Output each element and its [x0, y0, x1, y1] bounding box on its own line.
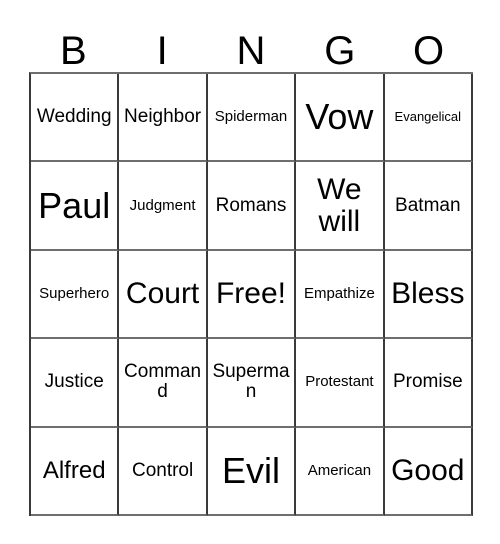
bingo-cell[interactable]: Control — [119, 427, 208, 516]
header-letter-n: N — [236, 29, 266, 73]
bingo-cell-label: Command — [124, 361, 202, 403]
bingo-cell[interactable]: Empathize — [296, 250, 385, 340]
bingo-cell-label: Romans — [215, 194, 287, 216]
header-letter-i: I — [156, 29, 168, 73]
bingo-cell-label: Alfred — [42, 457, 106, 485]
bingo-cell[interactable]: Good — [384, 427, 473, 516]
bingo-cell[interactable]: Bless — [384, 250, 473, 340]
bingo-cell[interactable]: Court — [119, 250, 208, 340]
bingo-cell[interactable]: We will — [296, 162, 385, 251]
header-letter-g: G — [324, 29, 356, 73]
bingo-cell[interactable]: Evangelical — [384, 74, 473, 163]
bingo-cell[interactable]: Alfred — [31, 427, 120, 516]
bingo-cell[interactable]: Wedding — [31, 74, 120, 163]
bingo-cell[interactable]: American — [296, 427, 385, 516]
header-letter-b: B — [60, 29, 87, 73]
bingo-cell-label: Evil — [221, 449, 280, 491]
header-letter-o: O — [413, 29, 445, 73]
bingo-cell[interactable]: Command — [119, 339, 208, 428]
bingo-header-row: B I N G O — [29, 16, 473, 72]
bingo-cell[interactable]: Evil — [207, 427, 297, 516]
bingo-cell-label: Neighbor — [124, 106, 202, 128]
bingo-cell-label: Free! — [215, 277, 286, 311]
bingo-grid: Wedding Neighbor Spiderman Vow Evangelic… — [29, 72, 473, 516]
bingo-cell-label: Justice — [44, 371, 104, 393]
bingo-cell-label: Good — [391, 453, 465, 487]
bingo-cell[interactable]: Paul — [31, 162, 120, 251]
bingo-cell-label: Control — [131, 459, 194, 481]
bingo-cell[interactable]: Judgment — [119, 162, 208, 251]
bingo-cell[interactable]: Superhero — [31, 250, 120, 340]
bingo-cell-label: Empathize — [303, 285, 375, 303]
bingo-cell[interactable]: Batman — [384, 162, 473, 251]
bingo-cell-label: Paul — [38, 184, 111, 226]
bingo-cell-label: Promise — [392, 371, 463, 393]
bingo-card: B I N G O Wedding Neighbor Spiderman Vow… — [0, 0, 500, 544]
bingo-cell-label: Wedding — [36, 106, 112, 128]
bingo-cell-label: Judgment — [129, 196, 196, 214]
bingo-cell-label: Bless — [391, 277, 465, 311]
bingo-cell-label: We will — [317, 172, 362, 238]
bingo-cell-label: Superman — [212, 361, 290, 403]
bingo-cell-label: Superhero — [39, 285, 110, 303]
bingo-cell[interactable]: Superman — [207, 339, 297, 428]
bingo-cell[interactable]: Promise — [384, 339, 473, 428]
bingo-cell-label: American — [307, 461, 372, 479]
bingo-cell-free[interactable]: Free! — [207, 250, 297, 340]
bingo-cell[interactable]: Neighbor — [119, 74, 208, 163]
bingo-cell[interactable]: Romans — [207, 162, 297, 251]
bingo-cell[interactable]: Protestant — [296, 339, 385, 428]
bingo-cell-label: Batman — [395, 194, 461, 216]
bingo-cell-label: Spiderman — [214, 108, 288, 126]
bingo-cell-label: Vow — [305, 96, 374, 138]
bingo-cell[interactable]: Vow — [296, 74, 385, 163]
bingo-cell-label: Protestant — [305, 373, 374, 391]
bingo-cell-label: Court — [125, 277, 200, 311]
bingo-cell-label: Evangelical — [394, 109, 462, 125]
bingo-cell[interactable]: Spiderman — [207, 74, 297, 163]
bingo-cell[interactable]: Justice — [31, 339, 120, 428]
